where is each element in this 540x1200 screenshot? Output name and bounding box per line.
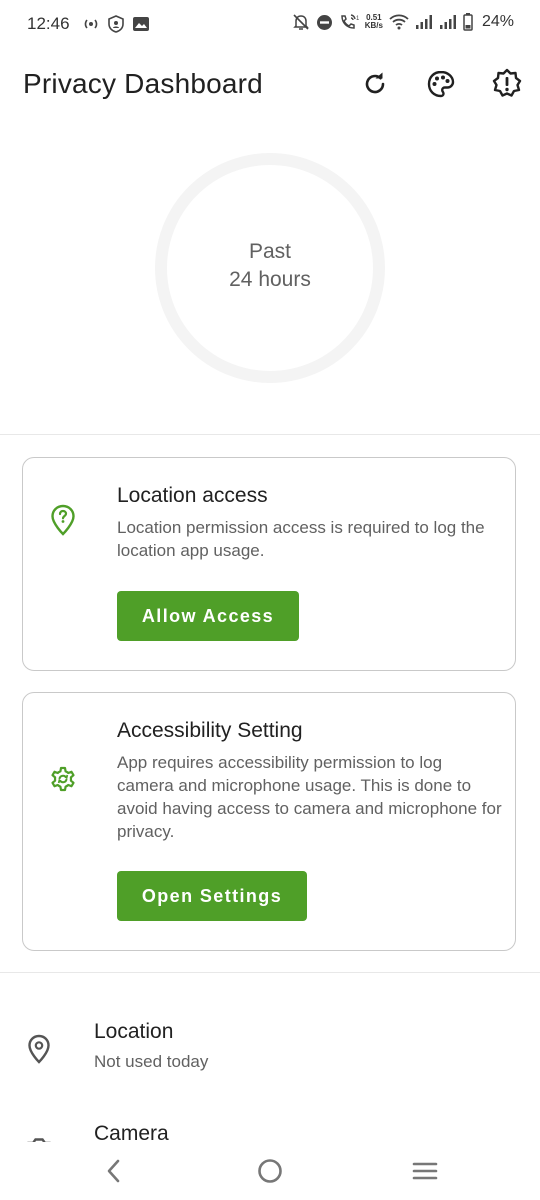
refresh-icon	[361, 70, 389, 98]
nav-recents-button[interactable]	[410, 1156, 440, 1186]
list-item-location[interactable]: Location Not used today	[0, 1020, 540, 1104]
signal-strength-icon	[415, 14, 433, 30]
alerts-button[interactable]	[489, 66, 525, 102]
status-left-icons	[82, 15, 150, 33]
allow-access-button[interactable]: Allow Access	[117, 591, 299, 641]
location-question-icon	[48, 504, 78, 536]
list-item-location-subtitle: Not used today	[94, 1052, 209, 1071]
home-circle-icon	[256, 1157, 284, 1185]
list-item-location-title: Location	[94, 1020, 174, 1043]
do-not-disturb-icon	[316, 14, 333, 31]
app-bar: Privacy Dashboard	[0, 56, 540, 112]
battery-percent: 24%	[481, 13, 514, 30]
refresh-button[interactable]	[357, 66, 393, 102]
list-divider	[0, 972, 540, 973]
vibrate-off-icon	[292, 13, 310, 31]
palette-icon	[426, 69, 456, 99]
network-speed: 0.51 KB/s	[365, 14, 383, 30]
accessibility-setting-title: Accessibility Setting	[117, 719, 303, 742]
accessibility-setting-card: Accessibility Setting App requires acces…	[22, 692, 516, 951]
ring-label: Past 24 hours	[155, 238, 385, 294]
hotspot-icon	[82, 15, 100, 33]
location-access-title: Location access	[117, 484, 268, 507]
page-title: Privacy Dashboard	[23, 68, 263, 99]
signal-strength-2-icon	[439, 14, 457, 30]
ring-label-line1: Past	[248, 240, 292, 263]
back-chevron-icon	[104, 1158, 124, 1184]
wifi-calling-icon: 1	[339, 13, 359, 31]
nav-home-button[interactable]	[255, 1156, 285, 1186]
network-speed-unit: KB/s	[364, 21, 383, 30]
ring-label-line2: 24 hours	[229, 268, 311, 291]
camera-icon	[24, 1134, 54, 1142]
system-navigation-bar	[0, 1142, 540, 1200]
status-bar: 12:46 1 0.51 KB/s 24%	[0, 0, 540, 52]
usage-summary-ring: Past 24 hours	[155, 153, 385, 383]
location-access-card: Location access Location permission acce…	[22, 457, 516, 671]
svg-text:1: 1	[356, 16, 359, 22]
menu-lines-icon	[411, 1159, 439, 1183]
location-pin-icon	[24, 1034, 54, 1064]
wifi-icon	[389, 14, 409, 30]
alert-badge-icon	[491, 68, 523, 100]
accessibility-settings-icon	[48, 764, 78, 794]
nav-back-button[interactable]	[99, 1156, 129, 1186]
battery-icon	[463, 13, 473, 31]
location-access-description: Location permission access is required t…	[117, 518, 485, 560]
vpn-shield-icon	[107, 15, 125, 33]
section-divider	[0, 434, 540, 435]
theme-button[interactable]	[423, 66, 459, 102]
list-item-camera-title: Camera	[94, 1122, 169, 1142]
open-settings-button[interactable]: Open Settings	[117, 871, 307, 921]
status-time: 12:46	[27, 14, 70, 33]
list-item-camera[interactable]: Camera	[0, 1122, 540, 1142]
accessibility-setting-description: App requires accessibility permission to…	[117, 753, 502, 841]
gallery-icon	[132, 15, 150, 33]
status-right-icons: 1 0.51 KB/s 24%	[292, 13, 514, 31]
